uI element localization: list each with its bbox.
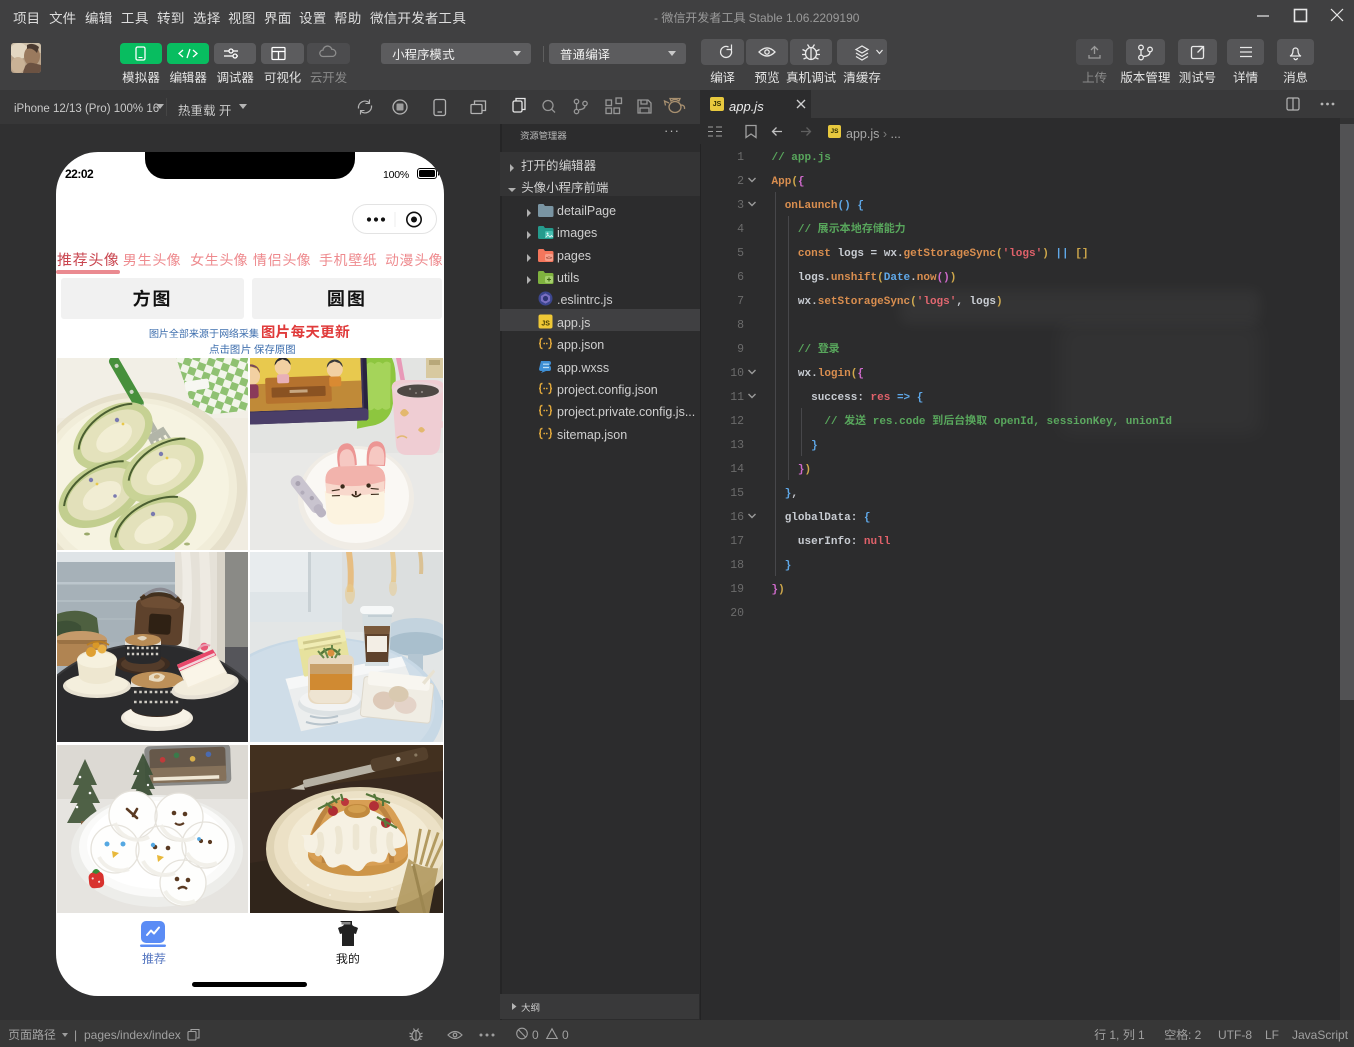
svg-text:<>: <> — [546, 256, 553, 262]
svg-text:JS: JS — [541, 320, 550, 327]
